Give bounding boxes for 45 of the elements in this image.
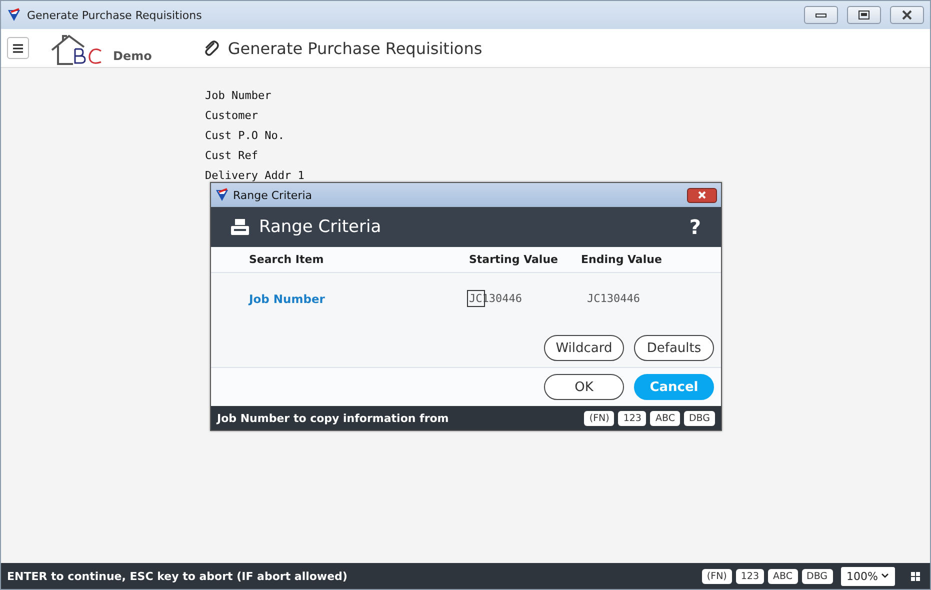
minimize-icon bbox=[815, 12, 827, 18]
ok-button[interactable]: OK bbox=[544, 374, 624, 400]
printer-icon bbox=[231, 219, 249, 235]
mode-button[interactable]: (FN) bbox=[702, 568, 732, 584]
help-button[interactable]: ? bbox=[689, 215, 701, 239]
maximize-button[interactable] bbox=[847, 6, 881, 24]
column-header: Ending Value bbox=[581, 252, 663, 268]
window-title: Generate Purchase Requisitions bbox=[27, 8, 203, 22]
close-icon bbox=[697, 191, 707, 199]
field-label: Job Number bbox=[205, 88, 272, 103]
maximize-icon bbox=[858, 10, 870, 20]
search-item: Job Number bbox=[249, 292, 326, 306]
menu-button[interactable] bbox=[7, 37, 29, 59]
hint-text: Job Number to copy information from bbox=[217, 412, 450, 424]
close-button[interactable] bbox=[687, 188, 717, 202]
close-button[interactable] bbox=[890, 6, 924, 24]
close-icon bbox=[901, 10, 913, 20]
field-label: Customer bbox=[205, 108, 259, 123]
field-label: Cust P.O No. bbox=[205, 128, 286, 143]
dialog-button[interactable]: Defaults bbox=[634, 335, 714, 361]
menu-icon bbox=[13, 44, 23, 52]
chevron-down-icon bbox=[881, 573, 889, 579]
zoom-select[interactable]: 100% bbox=[840, 566, 895, 586]
mode-button[interactable]: ABC bbox=[650, 410, 680, 426]
dialog-button[interactable]: Wildcard bbox=[544, 335, 624, 361]
mode-button[interactable]: (FN) bbox=[584, 410, 614, 426]
field-label: Delivery Addr 1 bbox=[205, 168, 306, 183]
end-value-field[interactable]: JC130446 bbox=[587, 292, 721, 306]
page-title: Generate Purchase Requisitions bbox=[228, 38, 482, 58]
app-logo-icon bbox=[7, 8, 21, 22]
app-logo-icon bbox=[215, 188, 229, 202]
grid-icon[interactable] bbox=[911, 572, 920, 580]
mode-button[interactable]: 123 bbox=[618, 410, 646, 426]
column-header: Starting Value bbox=[469, 252, 559, 268]
mode-button[interactable]: ABC bbox=[768, 568, 798, 584]
mode-button[interactable]: DBG bbox=[684, 410, 715, 426]
mode-button[interactable]: 123 bbox=[736, 568, 764, 584]
field-label: Cust Ref bbox=[205, 148, 259, 163]
status-message: ENTER to continue, ESC key to abort (IF abort allowed) bbox=[7, 570, 348, 582]
minimize-button[interactable] bbox=[804, 6, 838, 24]
dialog-heading: Range Criteria bbox=[259, 217, 382, 237]
dialog-title: Range Criteria bbox=[233, 188, 314, 202]
mode-button[interactable]: DBG bbox=[802, 568, 833, 584]
column-header: Search Item bbox=[249, 252, 325, 268]
logo-caption: Demo bbox=[113, 49, 152, 63]
